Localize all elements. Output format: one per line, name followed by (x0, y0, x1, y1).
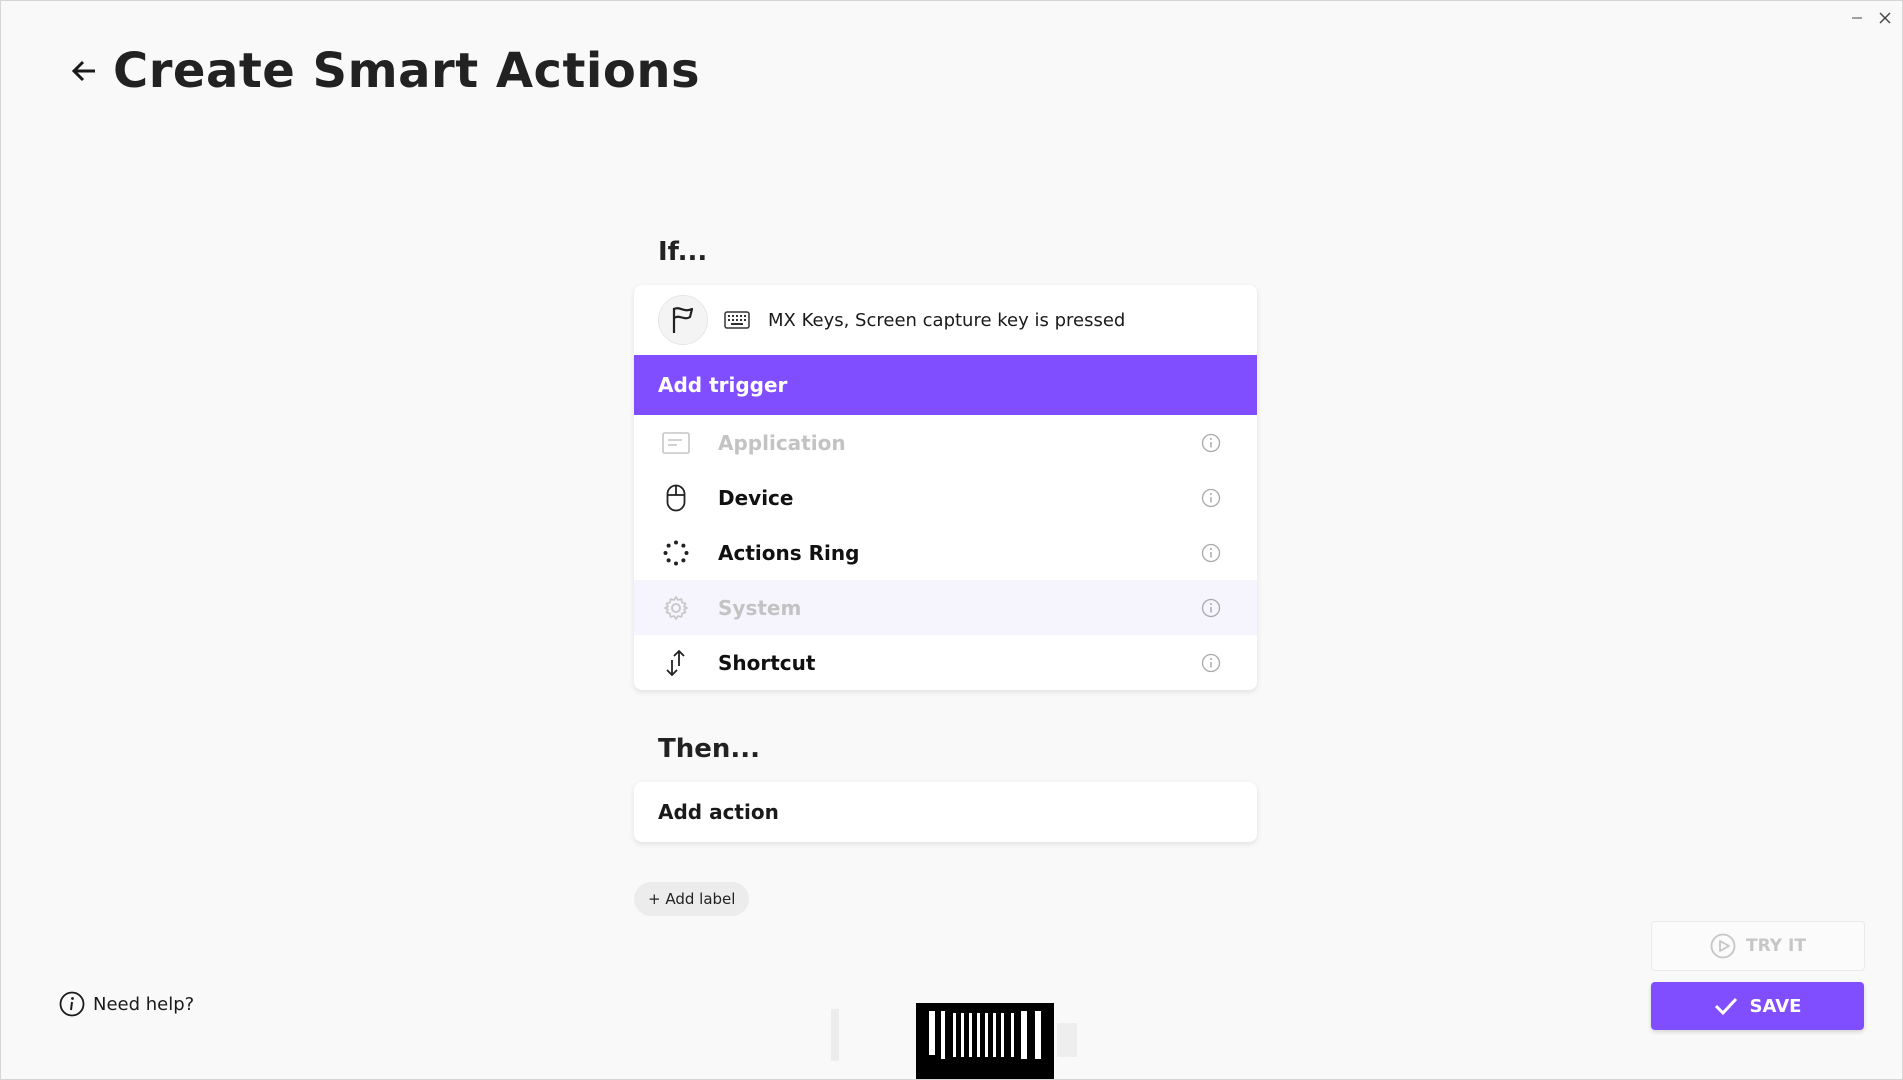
mouse-icon (662, 484, 690, 512)
actions-ring-icon (662, 539, 690, 567)
info-icon[interactable] (1201, 433, 1221, 453)
keyboard-icon (724, 311, 750, 329)
save-label: SAVE (1749, 995, 1802, 1017)
page-title: Create Smart Actions (113, 43, 701, 99)
then-section-label: Then... (658, 734, 761, 764)
arrow-left-icon (71, 60, 95, 82)
try-it-button[interactable]: TRY IT (1651, 921, 1865, 971)
shortcut-arrows-icon (662, 649, 690, 677)
flag-icon (658, 295, 708, 345)
trigger-card: MX Keys, Screen capture key is pressed A… (634, 285, 1257, 690)
save-button[interactable]: SAVE (1651, 982, 1864, 1030)
if-section-label: If... (658, 237, 708, 267)
taskbar-graphic (831, 1003, 1077, 1079)
need-help-label: Need help? (93, 993, 195, 1015)
info-icon[interactable] (1201, 543, 1221, 563)
info-icon[interactable] (1201, 488, 1221, 508)
page-header: Create Smart Actions (67, 43, 700, 99)
info-icon[interactable] (1201, 653, 1221, 673)
window-controls (1846, 7, 1896, 29)
add-trigger-label: Add trigger (658, 373, 788, 397)
add-label-button[interactable]: + Add label (634, 882, 750, 916)
minimize-icon[interactable] (1846, 7, 1868, 29)
try-it-label: TRY IT (1746, 936, 1806, 956)
trigger-option-device[interactable]: Device (634, 470, 1257, 525)
trigger-option-actions-ring[interactable]: Actions Ring (634, 525, 1257, 580)
add-action-label: Add action (658, 800, 779, 824)
gear-icon (662, 594, 690, 622)
trigger-option-shortcut[interactable]: Shortcut (634, 635, 1257, 690)
add-label-text: + Add label (648, 890, 736, 908)
trigger-option-label: System (718, 595, 802, 620)
trigger-description: MX Keys, Screen capture key is pressed (768, 309, 1126, 331)
trigger-option-application[interactable]: Application (634, 415, 1257, 470)
trigger-option-label: Shortcut (718, 650, 816, 675)
trigger-option-label: Actions Ring (718, 540, 860, 565)
info-icon[interactable] (1201, 598, 1221, 618)
need-help-link[interactable]: Need help? (59, 991, 194, 1017)
application-icon (662, 429, 690, 457)
back-button[interactable] (67, 54, 101, 88)
app-window: Create Smart Actions If... MX Keys, Scre… (0, 0, 1903, 1080)
play-circle-icon (1710, 933, 1736, 959)
trigger-option-label: Application (718, 430, 846, 455)
trigger-row[interactable]: MX Keys, Screen capture key is pressed (634, 285, 1257, 355)
close-icon[interactable] (1874, 7, 1896, 29)
trigger-option-label: Device (718, 485, 794, 510)
add-action-button[interactable]: Add action (634, 782, 1257, 842)
checkmark-icon (1714, 997, 1737, 1016)
info-icon (59, 991, 85, 1017)
add-trigger-header[interactable]: Add trigger (634, 355, 1257, 415)
smart-action-editor: If... MX Keys, Screen capture key is pre… (634, 237, 1257, 916)
trigger-option-system[interactable]: System (634, 580, 1257, 635)
